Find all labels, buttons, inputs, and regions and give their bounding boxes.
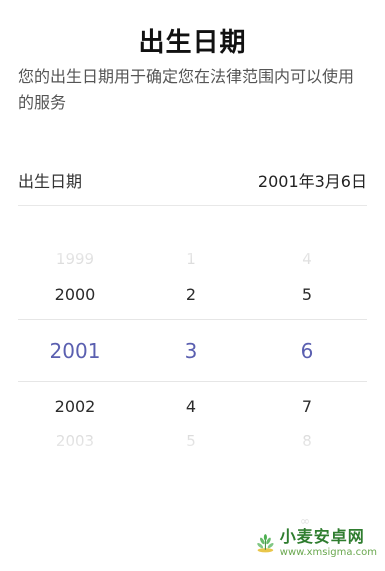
birthday-label: 出生日期	[18, 172, 83, 191]
month-option-selected[interactable]: 3	[131, 339, 251, 363]
watermark-name: 小麦安卓网	[279, 526, 365, 546]
birthday-row[interactable]: 出生日期 2001年3月6日	[18, 164, 367, 196]
page-subtitle: 您的出生日期用于确定您在法律范围内可以使用的服务	[18, 67, 355, 112]
day-option-selected[interactable]: 6	[247, 339, 367, 363]
day-wheel[interactable]: 4 5 6 7 8	[247, 230, 367, 470]
wheat-logo-icon	[257, 534, 274, 553]
birthday-value: 2001年3月6日	[257, 172, 367, 191]
day-option[interactable]: 4	[247, 250, 367, 268]
year-option-selected[interactable]: 2001	[15, 339, 135, 363]
divider	[18, 205, 367, 206]
year-option[interactable]: 2002	[15, 397, 135, 416]
month-option[interactable]: 4	[131, 397, 251, 416]
month-option[interactable]: 5	[131, 432, 251, 450]
day-option[interactable]: 5	[247, 285, 367, 304]
year-option[interactable]: 2003	[15, 432, 135, 450]
month-wheel[interactable]: 1 2 3 4 5	[131, 230, 251, 470]
year-wheel[interactable]: 1999 2000 2001 2002 2003	[15, 230, 135, 470]
year-option[interactable]: 1999	[15, 250, 135, 268]
year-option[interactable]: 2000	[15, 285, 135, 304]
month-option[interactable]: 1	[131, 250, 251, 268]
page-title: 出生日期	[138, 28, 247, 58]
month-option[interactable]: 2	[131, 285, 251, 304]
watermark-text: 小麦安卓网 www.xmsigma.com	[279, 526, 377, 558]
date-picker[interactable]: 1999 2000 2001 2002 2003 1 2 3 4 5 4 5 6…	[0, 230, 385, 470]
watermark-url: www.xmsigma.com	[279, 546, 377, 558]
day-option[interactable]: 8	[247, 432, 367, 450]
watermark: 小麦安卓网 www.xmsigma.com	[255, 521, 377, 565]
day-option[interactable]: 7	[247, 397, 367, 416]
